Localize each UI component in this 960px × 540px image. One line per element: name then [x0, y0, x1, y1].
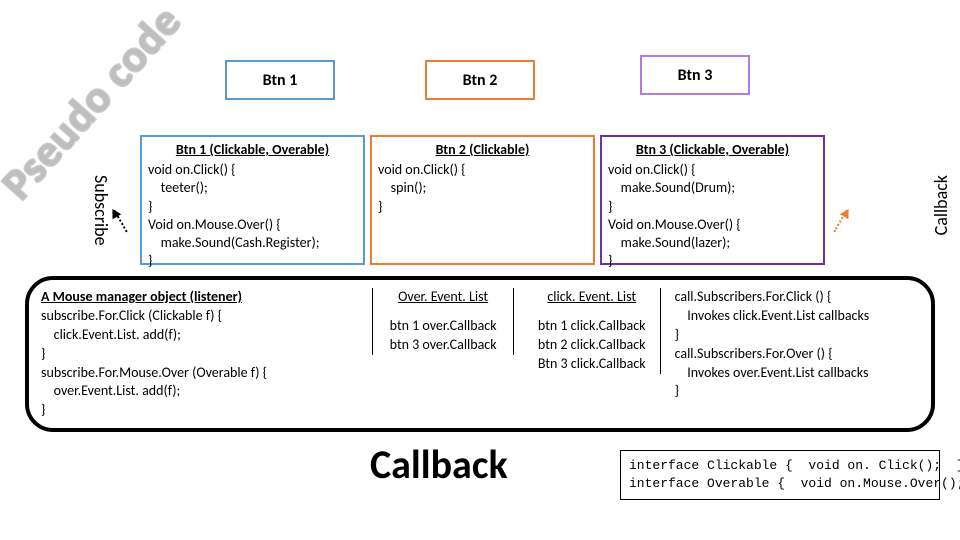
interface-definitions: interface Clickable { void on. Click(); …: [620, 450, 940, 500]
listener-invoke-body: call.Subscribers.For.Click () { Invokes …: [675, 288, 919, 401]
click-event-list-body: btn 1 click.Callback btn 2 click.Callbac…: [530, 317, 654, 374]
code-box-1-title: Btn 1 (Clickable, Overable): [148, 141, 357, 159]
code-box-1-body: void on.Click() { teeter(); } Void on.Mo…: [148, 161, 357, 270]
code-box-2-title: Btn 2 (Clickable): [378, 141, 587, 159]
listener-title: A Mouse manager object (listener): [41, 288, 242, 305]
callback-arrow: [833, 210, 847, 233]
code-box-3: Btn 3 (Clickable, Overable) void on.Clic…: [600, 135, 825, 265]
callback-label: Callback: [370, 440, 508, 489]
click-event-list-header: click. Event. List: [530, 288, 654, 307]
code-box-3-body: void on.Click() { make.Sound(Drum); } Vo…: [608, 161, 817, 270]
button-2[interactable]: Btn 2: [425, 60, 535, 100]
listener-invoke-methods: call.Subscribers.For.Click () { Invokes …: [671, 288, 919, 401]
button-3[interactable]: Btn 3: [640, 55, 750, 95]
code-box-2: Btn 2 (Clickable) void on.Click() { spin…: [370, 135, 595, 265]
over-event-list-header: Over. Event. List: [379, 288, 507, 307]
code-box-1: Btn 1 (Clickable, Overable) void on.Clic…: [140, 135, 365, 265]
code-box-3-title: Btn 3 (Clickable, Overable): [608, 141, 817, 159]
listener-subscribe-body: subscribe.For.Click (Clickable f) { clic…: [41, 307, 362, 420]
click-event-list: click. Event. List btn 1 click.Callback …: [524, 288, 661, 374]
over-event-list-body: btn 1 over.Callback btn 3 over.Callback: [379, 317, 507, 355]
callback-side-label: Callback: [930, 175, 952, 235]
interface-body: interface Clickable { void on. Click(); …: [629, 457, 931, 493]
button-1[interactable]: Btn 1: [225, 60, 335, 100]
listener-subscribe-methods: A Mouse manager object (listener) subscr…: [41, 288, 362, 420]
subscribe-arrow: [113, 210, 127, 233]
code-box-2-body: void on.Click() { spin(); }: [378, 161, 587, 216]
over-event-list: Over. Event. List btn 1 over.Callback bt…: [372, 288, 514, 355]
mouse-manager-listener: A Mouse manager object (listener) subscr…: [25, 276, 935, 432]
